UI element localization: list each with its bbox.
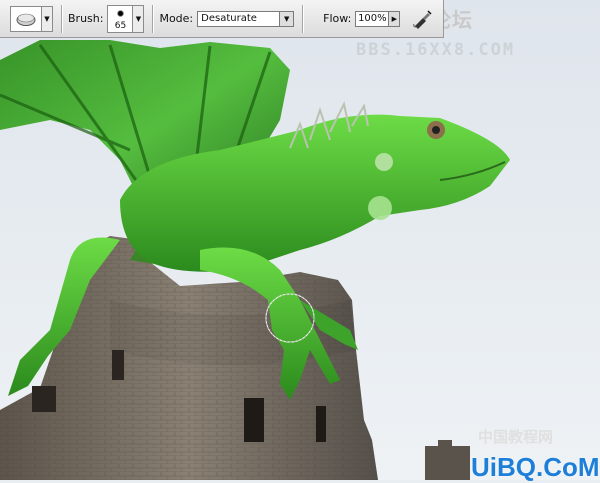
airbrush-icon xyxy=(413,9,432,29)
tower-window xyxy=(112,350,124,380)
dragon-cheek xyxy=(368,196,392,220)
mode-label: Mode: xyxy=(159,12,194,25)
watermark-sub: BBS.16XX8.COM xyxy=(356,40,516,60)
flow-slider-toggle[interactable]: ▶ xyxy=(389,10,401,27)
chevron-right-icon: ▶ xyxy=(391,14,398,23)
flow-input[interactable]: 100% xyxy=(355,10,390,27)
photo-canvas[interactable] xyxy=(0,0,600,480)
mode-select[interactable]: Desaturate ▼ xyxy=(197,10,295,27)
chevron-down-icon: ▼ xyxy=(135,14,142,23)
tool-preset-picker[interactable] xyxy=(10,5,42,32)
brush-tip-icon xyxy=(117,9,125,17)
flow-label: Flow: xyxy=(323,12,352,25)
separator xyxy=(152,4,154,33)
wall-window xyxy=(32,386,56,412)
tool-preset-dropdown[interactable]: ▼ xyxy=(42,5,53,32)
watermark-bottom-cn: 中国教程网 xyxy=(478,428,554,446)
watermark-bottom: UiBQ.CoM xyxy=(471,452,600,482)
airbrush-button[interactable] xyxy=(410,7,434,31)
chevron-down-icon: ▼ xyxy=(44,14,50,23)
tower-window xyxy=(316,406,326,442)
mode-value: Desaturate xyxy=(201,13,257,24)
separator xyxy=(61,4,62,33)
separator xyxy=(302,4,304,33)
brush-preset-picker[interactable]: 65 xyxy=(107,4,134,33)
options-bar: ▼ Brush: 65 ▼ Mode: Desaturate ▼ Flow: 1… xyxy=(0,0,444,38)
brush-size-value: 65 xyxy=(114,20,127,31)
brush-label: Brush: xyxy=(68,12,104,25)
tower-window xyxy=(244,398,264,442)
distant-ruin xyxy=(425,440,470,480)
chevron-down-icon: ▼ xyxy=(279,11,294,26)
brush-dropdown[interactable]: ▼ xyxy=(133,4,145,33)
sponge-tool-icon xyxy=(16,13,36,26)
